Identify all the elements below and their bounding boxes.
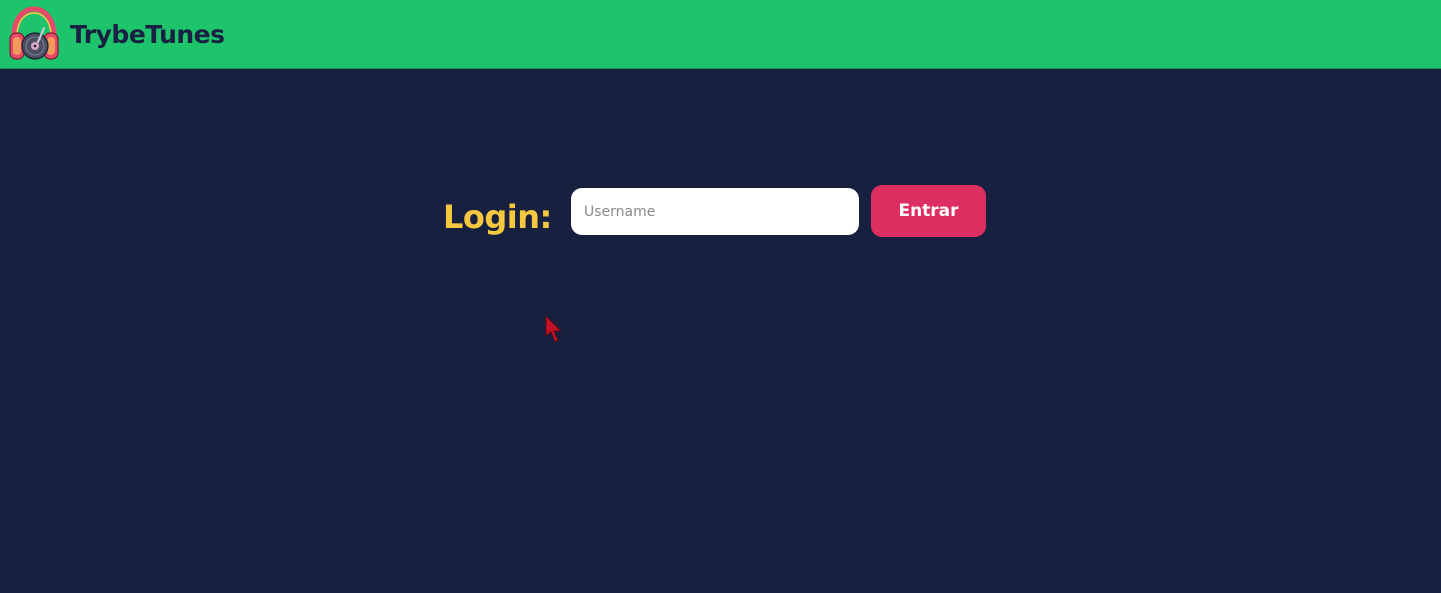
login-label: Login:: [443, 198, 552, 236]
login-page: Login: Entrar: [0, 69, 1441, 593]
username-input[interactable]: [571, 188, 859, 235]
app-title: TrybeTunes: [70, 20, 225, 49]
mouse-pointer-icon: [545, 315, 562, 343]
enter-button[interactable]: Entrar: [871, 185, 986, 237]
headphones-logo-icon[interactable]: [8, 6, 60, 64]
app-header: TrybeTunes: [0, 0, 1441, 69]
